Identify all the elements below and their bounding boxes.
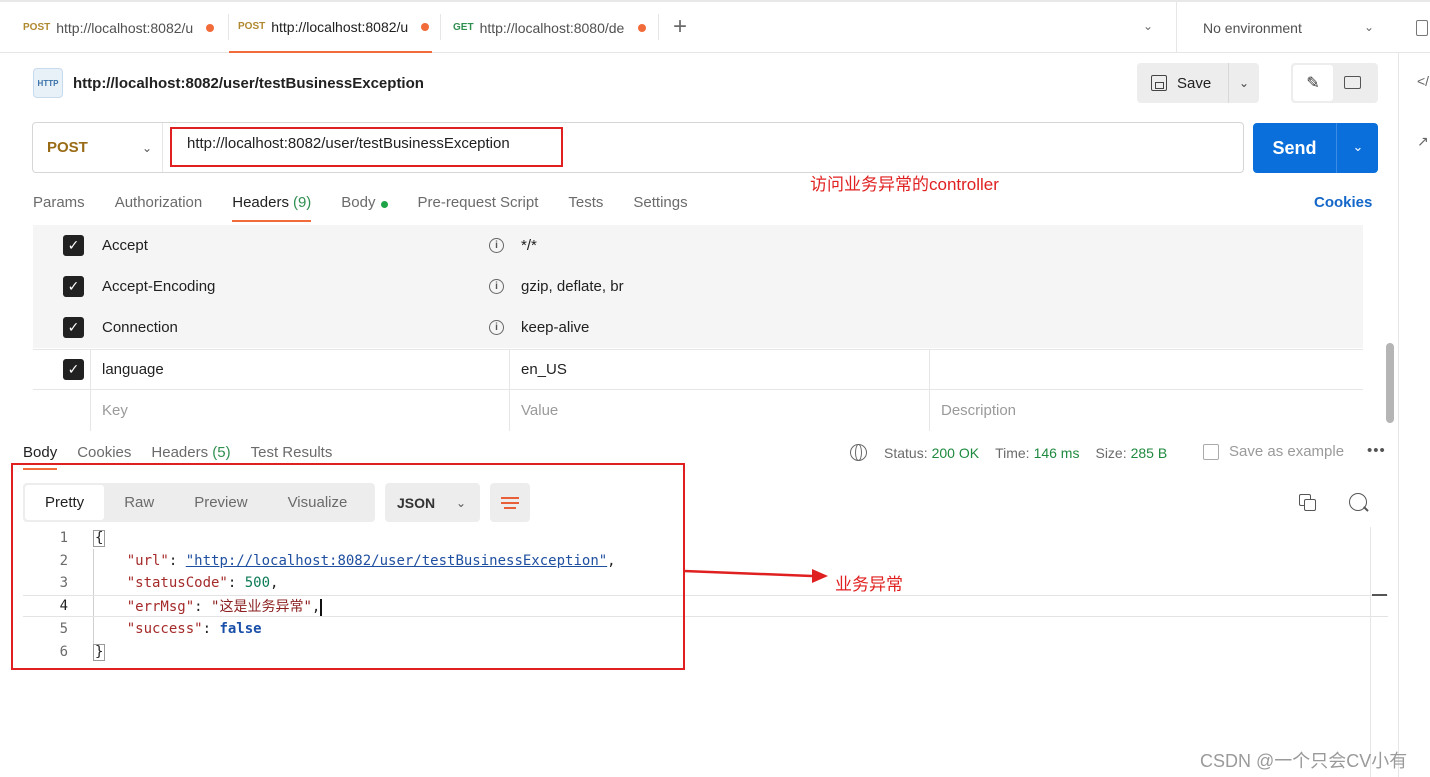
tab-url: http://localhost:8080/de — [479, 19, 625, 36]
comment-icon[interactable] — [1341, 71, 1363, 93]
send-button-group: Send ⌄ — [1253, 123, 1378, 173]
unsaved-dot-icon — [206, 23, 215, 32]
header-description-input[interactable]: Description — [941, 402, 1016, 419]
tab-body-label: Body — [341, 194, 376, 211]
edit-comment-group: ✎ — [1291, 63, 1378, 103]
status-value[interactable]: 200 OK — [932, 445, 979, 461]
header-value[interactable]: keep-alive — [521, 319, 589, 336]
cookies-link[interactable]: Cookies — [1314, 194, 1372, 211]
method-select[interactable]: POST ⌄ — [33, 123, 163, 172]
time-value[interactable]: 146 ms — [1034, 445, 1080, 461]
send-options-chevron-icon[interactable]: ⌄ — [1339, 139, 1377, 155]
tab-headers-label: Headers — [232, 194, 289, 211]
more-options-icon[interactable]: ••• — [1367, 442, 1386, 459]
tabs-dropdown-chevron-icon[interactable]: ⌄ — [1143, 19, 1153, 33]
new-tab-plus-icon[interactable]: + — [673, 15, 687, 39]
document-icon[interactable] — [1416, 20, 1428, 36]
info-icon[interactable]: i — [489, 279, 504, 294]
header-value-input[interactable]: Value — [521, 402, 558, 419]
tab-settings[interactable]: Settings — [633, 190, 687, 222]
globe-icon[interactable] — [850, 444, 867, 461]
response-highlight-box — [11, 463, 685, 670]
vertical-scrollbar[interactable] — [1386, 343, 1394, 423]
method-value: POST — [47, 139, 88, 156]
header-value[interactable]: */* — [521, 237, 537, 254]
request-tab-2[interactable]: POST http://localhost:8082/u — [229, 2, 432, 53]
tab-method: POST — [23, 22, 51, 33]
header-row-empty: Key Value Description — [33, 390, 1363, 431]
header-value[interactable]: gzip, deflate, br — [521, 278, 624, 295]
save-button[interactable]: Save — [1137, 63, 1229, 103]
headers-table: ✓ Accept i */* ✓ Accept-Encoding i gzip,… — [33, 225, 1363, 433]
search-icon[interactable] — [1349, 493, 1367, 511]
request-tab-1[interactable]: POST http://localhost:8082/u — [23, 2, 223, 53]
request-title[interactable]: http://localhost:8082/user/testBusinessE… — [73, 75, 424, 92]
info-icon[interactable]: i — [489, 238, 504, 253]
save-disk-icon — [1203, 443, 1219, 460]
checkbox-checked-icon[interactable]: ✓ — [63, 317, 84, 338]
size-value[interactable]: 285 B — [1131, 445, 1168, 461]
checkbox-checked-icon[interactable]: ✓ — [63, 235, 84, 256]
body-active-dot-icon — [380, 201, 388, 208]
tab-method: GET — [453, 22, 474, 33]
tab-params[interactable]: Params — [33, 190, 85, 222]
header-row: ✓ language en_US — [33, 349, 1363, 391]
save-button-group: Save ⌄ — [1137, 63, 1259, 103]
tab-authorization[interactable]: Authorization — [115, 190, 203, 222]
checkbox-checked-icon[interactable]: ✓ — [63, 276, 84, 297]
url-annotation: 访问业务异常的controller — [810, 175, 999, 194]
save-options-chevron-icon[interactable]: ⌄ — [1229, 76, 1259, 90]
http-request-icon: HTTP — [33, 68, 63, 98]
save-label: Save — [1177, 74, 1212, 92]
scroll-marker — [1372, 594, 1387, 596]
header-row: ✓ Accept-Encoding i gzip, deflate, br — [33, 266, 1363, 307]
checkbox-checked-icon[interactable]: ✓ — [63, 359, 84, 380]
time-label: Time: — [995, 444, 1030, 461]
response-tab-headers-count: (5) — [212, 444, 231, 461]
pencil-edit-icon[interactable]: ✎ — [1293, 65, 1333, 101]
environment-selector[interactable]: No environment ⌄ — [1176, 2, 1398, 53]
tab-method: POST — [238, 21, 266, 32]
right-sidebar — [1398, 53, 1430, 777]
save-as-example-button[interactable]: Save as example — [1203, 443, 1344, 460]
unsaved-dot-icon — [421, 22, 430, 31]
size-label: Size: — [1095, 444, 1127, 461]
request-tab-3[interactable]: GET http://localhost:8080/de — [453, 2, 653, 53]
response-tab-headers-label: Headers — [151, 444, 209, 461]
request-tabs: Params Authorization Headers (9) Body Pr… — [33, 190, 718, 224]
status-label: Status: — [884, 444, 928, 461]
info-icon[interactable]: i — [489, 320, 504, 335]
save-disk-icon — [1151, 75, 1167, 91]
response-annotation: 业务异常 — [835, 575, 903, 594]
header-key-input[interactable]: Key — [102, 402, 128, 419]
tab-bar: POST http://localhost:8082/u POST http:/… — [0, 0, 1430, 53]
header-key[interactable]: Accept — [102, 237, 148, 254]
header-row: ✓ Accept i */* — [33, 225, 1363, 266]
environment-label: No environment — [1203, 19, 1302, 36]
header-key[interactable]: Connection — [102, 319, 178, 336]
chevron-down-icon: ⌄ — [1363, 20, 1374, 34]
save-as-example-label: Save as example — [1229, 443, 1345, 460]
header-value[interactable]: en_US — [521, 361, 567, 378]
watermark: CSDN @一个只会CV小有 — [1200, 751, 1408, 771]
tab-headers-count: (9) — [292, 194, 312, 211]
tab-tests[interactable]: Tests — [568, 190, 603, 222]
tab-url: http://localhost:8082/u — [271, 18, 409, 35]
expand-icon[interactable]: ↗ — [1417, 133, 1429, 150]
response-status: Status: 200 OK Time: 146 ms Size: 285 B — [850, 444, 1183, 461]
header-row: ✓ Connection i keep-alive — [33, 307, 1363, 348]
annotation-arrow-icon — [684, 569, 828, 583]
send-button[interactable]: Send — [1253, 123, 1337, 173]
code-icon[interactable]: </ — [1417, 73, 1429, 89]
tab-pre-request-script[interactable]: Pre-request Script — [418, 190, 539, 222]
url-highlight-box — [170, 127, 563, 167]
chevron-down-icon: ⌄ — [141, 141, 152, 155]
header-key[interactable]: language — [102, 361, 164, 378]
tab-headers[interactable]: Headers (9) — [232, 190, 312, 222]
header-key[interactable]: Accept-Encoding — [102, 278, 215, 295]
tab-body[interactable]: Body — [341, 190, 388, 222]
tab-url: http://localhost:8082/u — [56, 19, 194, 36]
copy-icon[interactable] — [1299, 494, 1317, 512]
unsaved-dot-icon — [637, 23, 646, 32]
